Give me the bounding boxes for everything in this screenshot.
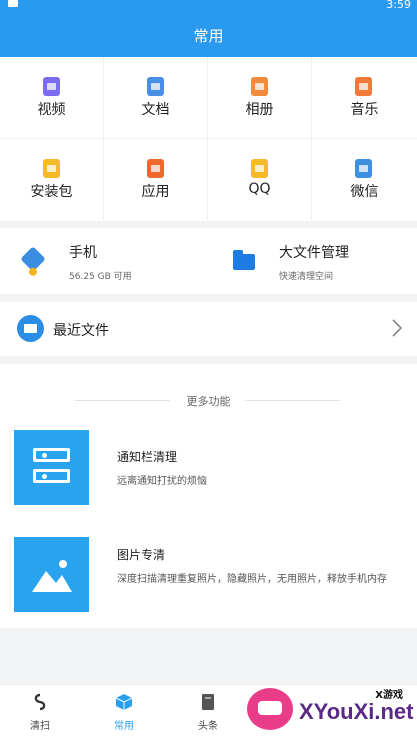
app-icon (147, 159, 164, 178)
nav-label: 常用 (114, 721, 134, 732)
category-package[interactable]: 安装包 (0, 139, 104, 221)
app-header: 3:59 常用 (0, 0, 417, 57)
category-document[interactable]: 文档 (104, 57, 208, 139)
feature-description: 深度扫描清理重复照片，隐藏照片，无用照片，释放手机内存 (117, 574, 387, 585)
category-qq[interactable]: QQ (208, 139, 312, 221)
bigfile-card[interactable]: 大文件管理 快速清理空间 (208, 228, 417, 294)
phone-storage-card[interactable]: 手机 56.25 GB 可用 (0, 228, 208, 294)
category-wechat[interactable]: 微信 (312, 139, 417, 221)
sweep-icon (34, 693, 46, 711)
video-icon (43, 77, 60, 96)
page-title: 常用 (193, 27, 224, 45)
phone-storage-icon (20, 246, 46, 272)
qq-icon (251, 159, 268, 178)
mountain-icon (32, 560, 72, 592)
category-label: 安装包 (30, 184, 73, 200)
wechat-icon (355, 159, 372, 178)
category-video[interactable]: 视频 (0, 57, 104, 139)
more-functions-title: 更多功能 (186, 395, 231, 408)
bigfile-title: 大文件管理 (279, 245, 349, 261)
album-icon (251, 77, 268, 96)
nav-tab-sweep[interactable]: 清扫 (5, 685, 75, 736)
category-label: 应用 (141, 184, 170, 200)
music-icon (355, 77, 372, 96)
more-functions-section: 更多功能 通知栏清理 远离通知打扰的烦恼 图片专清 深度扫描清理重复照片，隐藏照… (0, 364, 417, 628)
status-time: 3:59 (386, 0, 411, 11)
box-icon (115, 694, 133, 710)
category-label: 视频 (37, 102, 66, 118)
package-icon (43, 159, 60, 178)
recent-files-row[interactable]: 最近文件 (0, 302, 417, 356)
recent-folder-icon (17, 315, 44, 342)
status-bar: 3:59 (0, 0, 417, 14)
category-grid: 视频 文档 相册 音乐 安装包 应用 QQ 微信 (0, 57, 417, 221)
watermark: X游戏 XYouXi.net (247, 684, 417, 736)
notification-icon (8, 0, 18, 7)
nav-tab-news[interactable]: 头条 (173, 685, 243, 736)
watermark-logo-icon (247, 688, 293, 730)
category-label: 微信 (350, 184, 379, 200)
phone-storage-free: 56.25 GB 可用 (69, 272, 132, 282)
category-app[interactable]: 应用 (104, 139, 208, 221)
feature-description: 远离通知打扰的烦恼 (117, 476, 207, 487)
category-music[interactable]: 音乐 (312, 57, 417, 139)
feature-title: 通知栏清理 (117, 450, 178, 464)
feature-notification-cleaner[interactable]: 通知栏清理 远离通知打扰的烦恼 (0, 430, 417, 510)
feature-title: 图片专清 (117, 548, 166, 562)
category-album[interactable]: 相册 (208, 57, 312, 139)
recent-files-label: 最近文件 (53, 323, 109, 339)
category-label: 相册 (245, 102, 274, 118)
category-label: 音乐 (350, 102, 379, 118)
category-label: 文档 (141, 102, 170, 118)
bigfile-subtitle: 快速清理空间 (279, 272, 334, 282)
chevron-right-icon (392, 319, 403, 337)
news-icon (202, 694, 214, 710)
category-label: QQ (248, 181, 271, 197)
storage-section: 手机 56.25 GB 可用 大文件管理 快速清理空间 (0, 228, 417, 294)
watermark-text: XYouXi.net (299, 699, 414, 724)
feature-image-cleaner[interactable]: 图片专清 深度扫描清理重复照片，隐藏照片，无用照片，释放手机内存 (0, 537, 417, 617)
nav-tab-common[interactable]: 常用 (89, 685, 159, 736)
folder-icon (233, 250, 255, 270)
phone-storage-title: 手机 (69, 245, 97, 261)
nav-label: 清扫 (30, 721, 50, 732)
notification-cleaner-icon (14, 430, 89, 505)
document-icon (147, 77, 164, 96)
image-cleaner-icon (14, 537, 89, 612)
nav-label: 头条 (198, 721, 218, 732)
